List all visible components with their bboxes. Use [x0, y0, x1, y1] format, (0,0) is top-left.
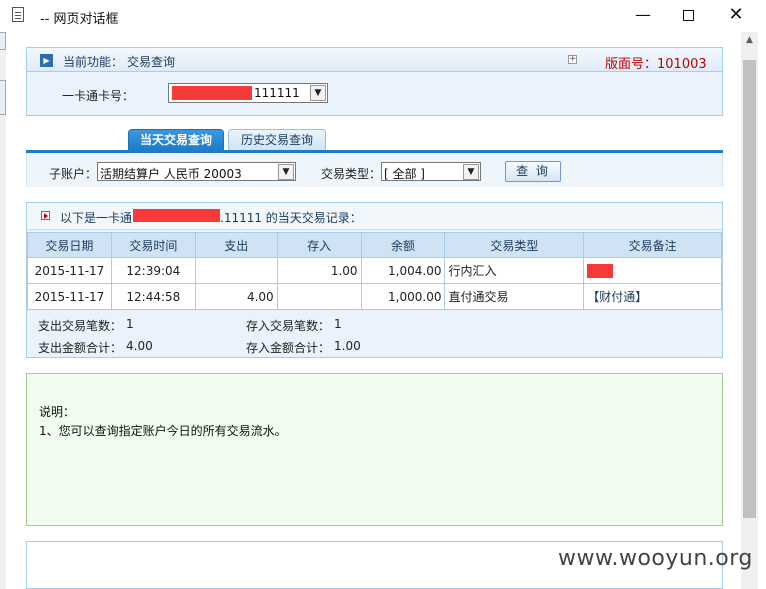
out-count-label: 支出交易笔数：	[38, 319, 123, 333]
records-panel: 以下是一卡通 .11111 的当天交易记录： 交易日期 交易时间 支出 存入 余…	[26, 202, 723, 358]
out-total-label: 支出金额合计：	[38, 341, 123, 355]
redacted-block	[133, 209, 220, 222]
cell-note	[583, 257, 722, 284]
sub-account-value: 活期结算户 人民币 20003	[100, 167, 242, 181]
card-number-row: 一卡通卡号： 111111 ▼	[26, 72, 723, 116]
records-heading: 以下是一卡通 .11111 的当天交易记录：	[27, 203, 722, 230]
in-total-label: 存入金额合计：	[246, 341, 331, 355]
function-label: 当前功能：	[63, 55, 124, 69]
in-total-value: 1.00	[334, 339, 361, 353]
cell-type: 直付通交易	[444, 283, 585, 310]
minimize-button[interactable]: —	[628, 4, 658, 28]
tab-history-query[interactable]: 历史交易查询	[228, 129, 326, 151]
cell-date: 2015-11-17	[27, 283, 112, 310]
query-button[interactable]: 查 询	[505, 161, 561, 182]
bullet-arrow-icon	[41, 211, 50, 220]
out-total-value: 4.00	[126, 339, 153, 353]
cell-time: 12:44:58	[110, 283, 196, 310]
transactions-table: 交易日期 交易时间 支出 存入 余额 交易类型 交易备注 2015-11-17 …	[27, 232, 722, 310]
cell-credit	[276, 283, 362, 310]
cell-note: 【财付通】	[583, 283, 722, 310]
cell-date: 2015-11-17	[27, 257, 112, 284]
window-title: -- 网页对话框	[40, 12, 119, 27]
column-header: 交易类型	[444, 232, 585, 258]
expand-icon[interactable]: +	[568, 55, 577, 64]
redacted-block	[587, 263, 614, 278]
table-row: 2015-11-17 12:44:58 4.00 1,000.00 直付通交易 …	[27, 283, 722, 310]
vertical-scrollbar[interactable]: ▲	[741, 32, 758, 589]
transaction-type-select[interactable]: [ 全部 ] ▼	[381, 162, 481, 181]
cell-time: 12:39:04	[110, 257, 196, 284]
chevron-down-icon[interactable]: ▼	[278, 164, 294, 180]
cell-balance: 1,004.00	[360, 257, 446, 284]
chevron-down-icon[interactable]: ▼	[463, 164, 479, 180]
records-heading-suffix: .11111 的当天交易记录：	[220, 211, 362, 225]
document-icon	[12, 7, 24, 22]
column-header: 余额	[360, 232, 446, 258]
cell-debit	[194, 257, 278, 284]
arrow-right-icon: ▶	[40, 54, 53, 67]
scroll-up-icon[interactable]: ▲	[741, 32, 758, 49]
in-count-label: 存入交易笔数：	[246, 319, 331, 333]
redacted-block	[172, 86, 252, 100]
background-page-edge	[0, 32, 6, 589]
function-value: 交易查询	[127, 55, 176, 69]
card-number-label: 一卡通卡号：	[62, 89, 135, 103]
explanation-box: 说明： 1、您可以查询指定账户今日的所有交易流水。	[26, 373, 723, 526]
close-button[interactable]: ✕	[721, 4, 751, 28]
explanation-line: 1、您可以查询指定账户今日的所有交易流水。	[39, 424, 287, 438]
column-header: 交易备注	[583, 232, 722, 258]
column-header: 交易时间	[110, 232, 196, 258]
background-fragment	[0, 32, 6, 50]
sub-account-label: 子账户：	[49, 167, 98, 181]
function-header: ▶ 当前功能： 交易查询 + 版面号：101003	[26, 47, 723, 72]
scroll-thumb[interactable]	[743, 60, 756, 518]
watermark: www.wooyun.org	[558, 546, 753, 571]
cell-debit: 4.00	[194, 283, 278, 310]
card-number-suffix: 111111	[254, 86, 300, 100]
version-number: 版面号：101003	[605, 57, 707, 72]
in-count-value: 1	[334, 317, 342, 331]
out-count-value: 1	[126, 317, 134, 331]
transaction-type-label: 交易类型：	[321, 167, 382, 181]
explanation-heading: 说明：	[39, 405, 76, 419]
cell-credit: 1.00	[276, 257, 362, 284]
records-summary: 支出交易笔数： 1 存入交易笔数： 1 支出金额合计： 4.00 存入金额合计：…	[27, 313, 722, 357]
filter-row: 子账户： 活期结算户 人民币 20003 ▼ 交易类型： [ 全部 ] ▼ 查 …	[26, 153, 723, 187]
sub-account-select[interactable]: 活期结算户 人民币 20003 ▼	[97, 162, 296, 181]
card-number-select[interactable]: 111111 ▼	[168, 83, 328, 103]
maximize-button[interactable]	[673, 4, 703, 28]
transaction-type-value: [ 全部 ]	[384, 167, 425, 181]
cell-balance: 1,000.00	[360, 283, 446, 310]
table-row: 2015-11-17 12:39:04 1.00 1,004.00 行内汇入	[27, 257, 722, 284]
records-heading-prefix: 以下是一卡通	[60, 211, 133, 225]
background-fragment	[0, 80, 6, 115]
column-header: 存入	[276, 232, 362, 258]
tab-today-query[interactable]: 当天交易查询	[128, 129, 224, 151]
cell-type: 行内汇入	[444, 257, 585, 284]
table-header-row: 交易日期 交易时间 支出 存入 余额 交易类型 交易备注	[27, 232, 722, 258]
column-header: 支出	[194, 232, 278, 258]
chevron-down-icon[interactable]: ▼	[310, 85, 326, 101]
window-titlebar: -- 网页对话框 — ✕	[0, 0, 766, 32]
column-header: 交易日期	[27, 232, 112, 258]
